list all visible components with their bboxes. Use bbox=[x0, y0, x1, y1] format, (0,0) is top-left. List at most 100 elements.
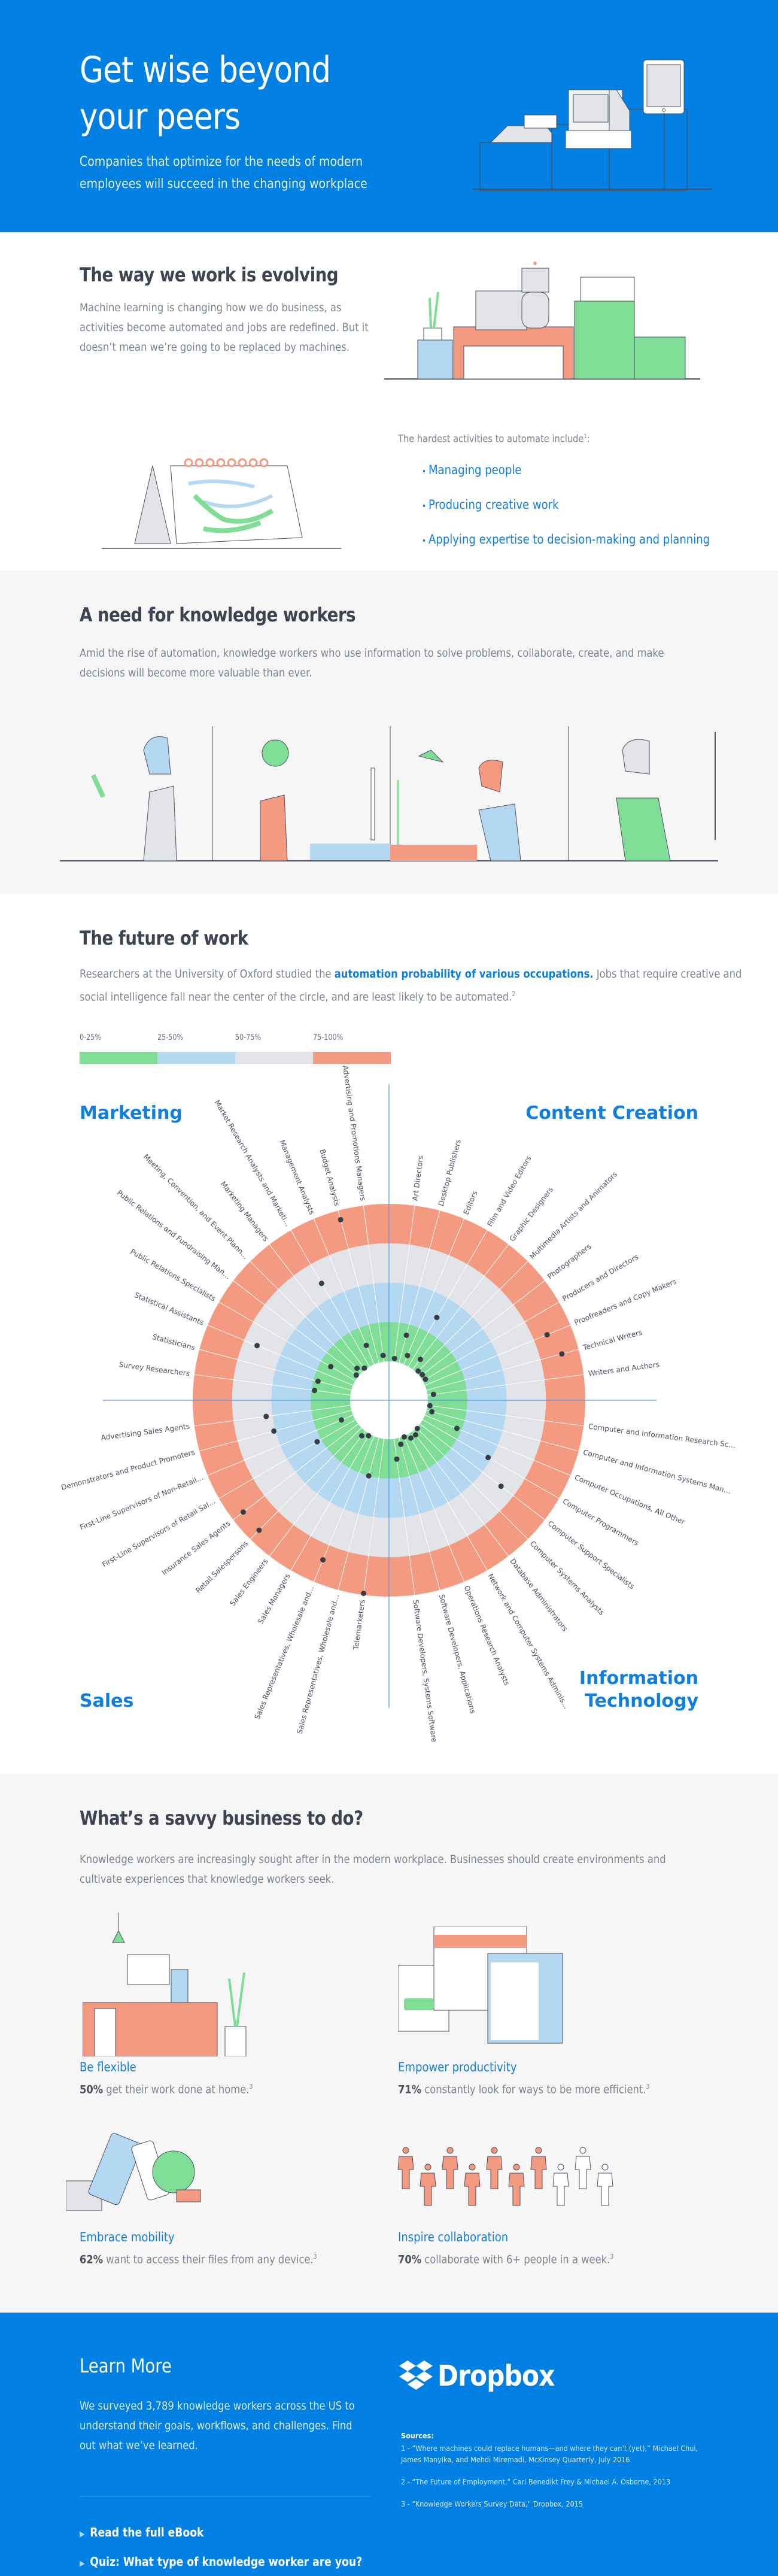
occupation-label: Network and Computer Systems Adminis… bbox=[486, 1572, 570, 1710]
occupation-label: Editors bbox=[462, 1190, 479, 1216]
read-ebook-link[interactable]: ▶ Read the full eBook bbox=[80, 2525, 204, 2539]
dropbox-logo: Dropbox bbox=[399, 2359, 570, 2393]
person-icon bbox=[442, 2147, 458, 2189]
data-point bbox=[405, 1352, 411, 1358]
evolving-title: The way we work is evolving bbox=[80, 263, 339, 286]
knowledge-title: A need for knowledge workers bbox=[80, 603, 356, 626]
data-point bbox=[240, 1509, 246, 1515]
mobile-devices-illustration bbox=[66, 2133, 201, 2211]
data-point bbox=[414, 1425, 420, 1431]
knowledge-workers-illustration bbox=[60, 726, 718, 861]
occupation-label: Advertising and Promotions Managers bbox=[341, 1065, 367, 1201]
data-point bbox=[254, 1343, 260, 1349]
chevron-right-icon: ▶ bbox=[80, 2559, 85, 2568]
robot-office-illustration bbox=[384, 262, 700, 380]
home-office-illustration bbox=[83, 1913, 247, 2056]
data-point bbox=[417, 1357, 423, 1363]
feature-title: Be flexible bbox=[80, 2060, 136, 2074]
person-icon bbox=[420, 2164, 436, 2206]
source-item: 3 - “Knowledge Workers Survey Data,” Dro… bbox=[401, 2499, 584, 2508]
data-point bbox=[318, 1281, 324, 1287]
feature-card: Be flexible 50% get their work done at h… bbox=[80, 2060, 355, 2096]
data-point bbox=[401, 1434, 407, 1440]
hero-title: Get wise beyond your peers bbox=[80, 47, 331, 140]
data-point bbox=[423, 1376, 428, 1382]
productivity-apps-illustration bbox=[398, 1926, 563, 2044]
data-point bbox=[415, 1368, 421, 1374]
data-point bbox=[398, 1441, 404, 1447]
occupation-label: Meeting, Convention, and Event Plann… bbox=[142, 1152, 250, 1261]
hardest-activities-list: Managing people Producing creative work … bbox=[422, 454, 710, 558]
data-point bbox=[403, 1332, 409, 1338]
occupation-label: Computer and Information Research Sc… bbox=[588, 1422, 736, 1449]
data-point bbox=[498, 1483, 504, 1489]
savvy-body: Knowledge workers are increasingly sough… bbox=[80, 1853, 666, 1886]
data-point bbox=[312, 1388, 318, 1394]
data-point bbox=[256, 1527, 262, 1533]
learn-body: We surveyed 3,789 knowledge workers acro… bbox=[80, 2399, 355, 2452]
data-point bbox=[434, 1315, 440, 1321]
data-point bbox=[361, 1365, 367, 1371]
person-icon bbox=[486, 2147, 503, 2189]
person-icon bbox=[530, 2147, 547, 2189]
data-point bbox=[328, 1364, 334, 1370]
occupation-label: Multimedia Artists and Animators bbox=[528, 1170, 619, 1261]
person-icon bbox=[397, 2147, 414, 2189]
data-point bbox=[320, 1557, 326, 1563]
occupation-label: Desktop Publishers bbox=[437, 1139, 463, 1207]
data-point bbox=[271, 1428, 277, 1434]
worker-at-desk bbox=[260, 739, 390, 861]
occupation-label: Sales Engineers bbox=[228, 1557, 269, 1607]
occupation-label: Software Developers, Applications bbox=[437, 1594, 478, 1715]
typewriter-icon bbox=[490, 114, 557, 143]
worker-with-phone bbox=[90, 736, 177, 861]
occupation-label: Writers and Authors bbox=[588, 1360, 660, 1378]
monitor-icon bbox=[127, 1954, 170, 1985]
feature-card: Empower productivity 71% constantly look… bbox=[398, 2060, 650, 2096]
occupation-label: Photographers bbox=[546, 1242, 592, 1281]
retro-devices-illustration bbox=[473, 59, 712, 191]
person-icon bbox=[575, 2147, 591, 2189]
collaboration-people-illustration bbox=[397, 2147, 613, 2206]
quiz-link[interactable]: ▶ Quiz: What type of knowledge worker are… bbox=[80, 2554, 362, 2569]
evolving-body: Machine learning is changing how we do b… bbox=[80, 301, 369, 354]
data-point bbox=[394, 1456, 400, 1462]
hardest-item: Producing creative work bbox=[422, 489, 710, 523]
data-point bbox=[380, 1352, 386, 1358]
occupation-label: Advertising Sales Agents bbox=[101, 1422, 190, 1442]
knowledge-body: Amid the rise of automation, knowledge w… bbox=[80, 647, 664, 679]
savvy-business-section: What’s a savvy business to do? Knowledge… bbox=[0, 1774, 778, 2313]
knowledge-workers-section: A need for knowledge workers Amid the ri… bbox=[0, 571, 778, 894]
hardest-item: Applying expertise to decision-making an… bbox=[422, 523, 710, 558]
chevron-right-icon: ▶ bbox=[80, 2530, 85, 2539]
feature-title: Inspire collaboration bbox=[398, 2230, 509, 2244]
data-point bbox=[430, 1391, 436, 1397]
occupation-label: Management Analysts bbox=[278, 1139, 316, 1216]
data-point bbox=[408, 1435, 414, 1441]
feature-card: Embrace mobility 62% want to access thei… bbox=[80, 2230, 317, 2266]
hero-subtitle: Companies that optimize for the needs of… bbox=[80, 154, 367, 192]
savvy-title: What’s a savvy business to do? bbox=[80, 1807, 363, 1829]
hero-title-line-2: your peers bbox=[80, 96, 241, 138]
data-point bbox=[429, 1409, 435, 1415]
source-item: 1 - “Where machines could replace humans… bbox=[401, 2444, 698, 2464]
computer-icon bbox=[565, 89, 632, 149]
occupation-label: Public Relations and Fundraising Man… bbox=[116, 1188, 232, 1281]
data-point bbox=[485, 1455, 491, 1461]
source-item: 2 - “The Future of Employment,” Carl Ben… bbox=[401, 2477, 671, 2486]
occupation-label: Sales Managers bbox=[256, 1572, 291, 1625]
hero-section: Get wise beyond your peers Companies tha… bbox=[0, 0, 778, 232]
calendar-illustration bbox=[102, 458, 341, 549]
feature-title: Embrace mobility bbox=[80, 2230, 175, 2244]
data-point bbox=[314, 1439, 320, 1445]
data-point bbox=[353, 1372, 359, 1378]
occupation-label: Survey Researchers bbox=[118, 1360, 190, 1377]
occupation-label: Budget Analysts bbox=[318, 1148, 341, 1207]
data-point bbox=[366, 1433, 372, 1439]
tablet-icon bbox=[643, 59, 685, 114]
data-point bbox=[363, 1342, 369, 1348]
data-point bbox=[454, 1425, 460, 1431]
data-point bbox=[338, 1216, 344, 1222]
plant-pot-icon bbox=[423, 327, 442, 341]
hardest-item: Managing people bbox=[422, 454, 710, 489]
